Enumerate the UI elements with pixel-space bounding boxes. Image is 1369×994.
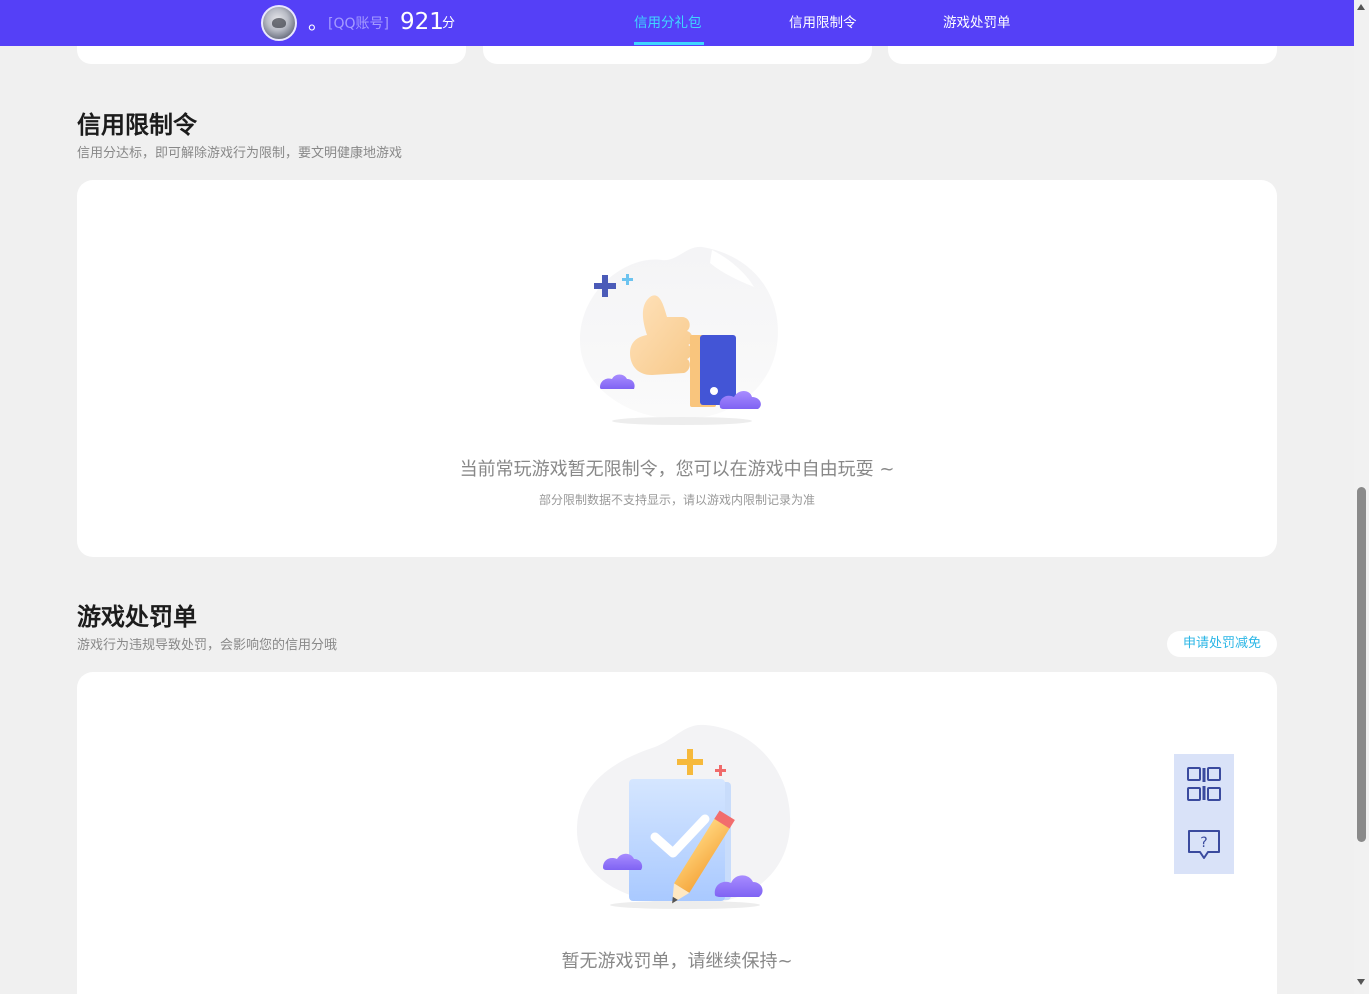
score-unit: 分 [442, 16, 456, 31]
help-chat-icon: ? [1188, 830, 1220, 859]
help-button[interactable]: ? [1174, 814, 1234, 874]
svg-text:?: ? [1200, 835, 1207, 851]
restriction-subtitle: 信用分达标，即可解除游戏行为限制，要文明健康地游戏 [77, 146, 403, 161]
tab-credit-restriction[interactable]: 信用限制令 [789, 14, 857, 32]
restriction-empty-text: 当前常玩游戏暂无限制令，您可以在游戏中自由玩耍 ~ [459, 459, 895, 480]
restriction-card: 当前常玩游戏暂无限制令，您可以在游戏中自由玩耍 ~ 部分限制数据不支持显示，请以… [77, 180, 1277, 557]
penalty-card: 暂无游戏罚单，请继续保持~ [77, 672, 1277, 994]
apply-penalty-reduction-button[interactable]: 申请处罚减免 [1167, 631, 1277, 657]
checklist-pencil-icon [576, 724, 791, 909]
penalty-title: 游戏处罚单 [77, 603, 197, 631]
penalty-subtitle: 游戏行为违规导致处罚，会影响您的信用分哦 [77, 638, 338, 653]
page: 。 [QQ账号] 921 分 信用分礼包 信用限制令 游戏处罚单 信用限制令 信… [0, 0, 1369, 994]
qr-code-button[interactable] [1174, 754, 1234, 814]
tab-credit-gift[interactable]: 信用分礼包 [634, 14, 702, 32]
avatar[interactable] [261, 5, 297, 41]
scrollbar-thumb[interactable] [1357, 487, 1366, 842]
thumbs-up-icon [580, 246, 778, 425]
penalty-empty-text: 暂无游戏罚单，请继续保持~ [561, 951, 793, 972]
account-type: [QQ账号] [328, 16, 389, 32]
top-bar: 。 [QQ账号] 921 分 信用分礼包 信用限制令 游戏处罚单 [0, 0, 1354, 46]
scroll-up-arrow[interactable] [1357, 4, 1365, 10]
restriction-title: 信用限制令 [77, 111, 197, 139]
active-tab-indicator [634, 42, 704, 45]
qr-code-icon [1187, 767, 1221, 801]
nickname: 。 [308, 10, 328, 34]
scroll-down-arrow[interactable] [1357, 979, 1365, 985]
credit-score: 921 [400, 9, 444, 35]
restriction-note: 部分限制数据不支持显示，请以游戏内限制记录为准 [538, 493, 815, 507]
tab-game-penalty[interactable]: 游戏处罚单 [943, 14, 1011, 32]
